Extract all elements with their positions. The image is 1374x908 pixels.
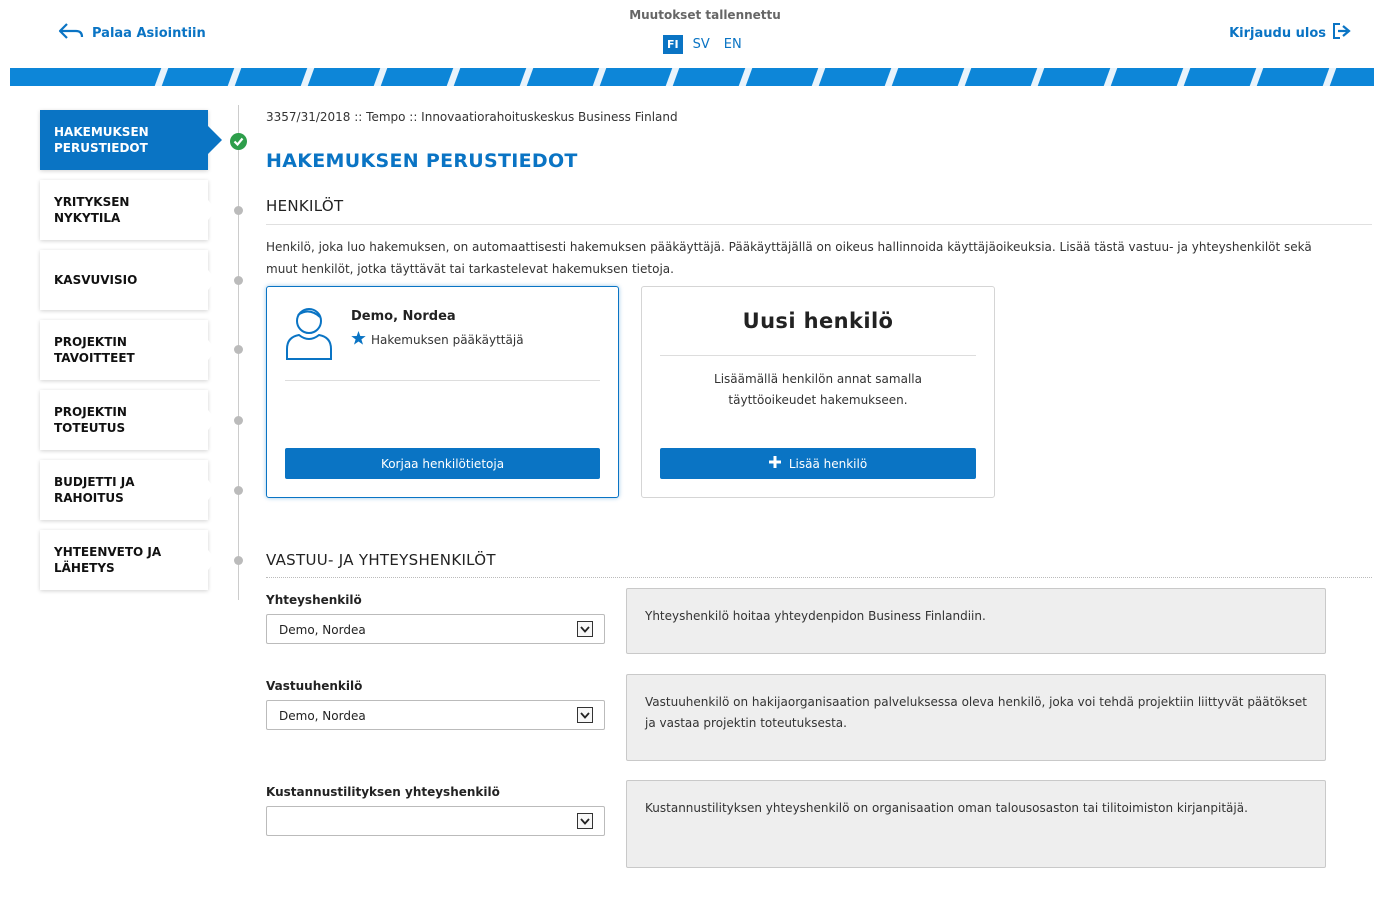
nav-item-tavoitteet[interactable]: PROJEKTIN TAVOITTEET bbox=[40, 320, 216, 380]
add-person-button[interactable]: Lisää henkilö bbox=[660, 448, 976, 479]
step-dot bbox=[234, 276, 243, 285]
edit-person-button[interactable]: Korjaa henkilötietoja bbox=[285, 448, 600, 479]
card-divider bbox=[285, 380, 600, 381]
lang-en[interactable]: EN bbox=[720, 35, 746, 54]
header-stripe bbox=[10, 68, 1374, 86]
stripe-dash bbox=[1030, 68, 1045, 86]
new-person-description: Lisäämällä henkilön annat samalla täyttö… bbox=[714, 372, 922, 407]
section-navigation: HAKEMUKSEN PERUSTIEDOT YRITYKSEN NYKYTILA … bbox=[40, 110, 222, 600]
person-card: Demo, Nordea Hakemuksen pääkäyttäjä Korj… bbox=[266, 286, 619, 498]
responsible-person-info: Vastuuhenkilö on hakijaorganisaation pal… bbox=[626, 674, 1326, 761]
stripe-dash bbox=[1249, 68, 1264, 86]
stripe-dash bbox=[1322, 68, 1337, 86]
stripe-dash bbox=[227, 68, 242, 86]
contact-person-label: Yhteyshenkilö bbox=[266, 593, 362, 607]
stripe-dash bbox=[957, 68, 972, 86]
cost-contact-label: Kustannustilityksen yhteyshenkilö bbox=[266, 785, 500, 799]
responsible-person-select[interactable]: Demo, Nordea bbox=[266, 700, 605, 730]
person-name: Demo, Nordea bbox=[351, 309, 456, 324]
check-icon bbox=[230, 133, 247, 150]
stripe-dash bbox=[373, 68, 388, 86]
back-arrow-icon bbox=[58, 22, 84, 44]
save-status: Muutokset tallennettu bbox=[629, 8, 781, 22]
plus-icon bbox=[768, 456, 781, 471]
chevron-down-icon bbox=[577, 621, 593, 637]
persons-intro-text: Henkilö, joka luo hakemuksen, on automaa… bbox=[266, 240, 1312, 276]
card-divider bbox=[660, 355, 976, 356]
cost-contact-info: Kustannustilityksen yhteyshenkilö on org… bbox=[626, 780, 1326, 868]
stripe-dash bbox=[300, 68, 315, 86]
section-divider bbox=[266, 224, 1372, 225]
breadcrumb: 3357/31/2018 :: Tempo :: Innovaatiorahoi… bbox=[266, 110, 678, 124]
stripe-dash bbox=[1176, 68, 1191, 86]
step-dot bbox=[234, 416, 243, 425]
nav-item-toteutus[interactable]: PROJEKTIN TOTEUTUS bbox=[40, 390, 216, 450]
stripe-dash bbox=[811, 68, 826, 86]
step-dot bbox=[234, 345, 243, 354]
nav-item-kasvuvisio[interactable]: KASVUVISIO bbox=[40, 250, 216, 310]
stripe-dash bbox=[738, 68, 753, 86]
contact-person-info: Yhteyshenkilö hoitaa yhteydenpidon Busin… bbox=[626, 588, 1326, 654]
logout-label: Kirjaudu ulos bbox=[1229, 25, 1326, 41]
contact-person-select[interactable]: Demo, Nordea bbox=[266, 614, 605, 644]
stripe-dash bbox=[665, 68, 680, 86]
language-switcher: FI SV EN bbox=[663, 35, 746, 54]
lang-fi[interactable]: FI bbox=[663, 35, 683, 54]
stripe-dash bbox=[884, 68, 899, 86]
logout-icon bbox=[1332, 22, 1352, 44]
cost-contact-select[interactable] bbox=[266, 806, 605, 836]
nav-item-perustiedot[interactable]: HAKEMUKSEN PERUSTIEDOT bbox=[40, 110, 222, 170]
top-bar: Palaa Asiointiin Muutokset tallennettu F… bbox=[0, 0, 1374, 68]
logout-link[interactable]: Kirjaudu ulos bbox=[1229, 22, 1352, 44]
nav-item-rahoitus[interactable]: BUDJETTI JA RAHOITUS bbox=[40, 460, 216, 520]
user-avatar-icon bbox=[285, 305, 333, 365]
back-link-label: Palaa Asiointiin bbox=[92, 25, 206, 41]
responsible-person-label: Vastuuhenkilö bbox=[266, 679, 363, 693]
person-role: Hakemuksen pääkäyttäjä bbox=[351, 331, 524, 348]
lang-sv[interactable]: SV bbox=[689, 35, 714, 54]
stripe-dash bbox=[1103, 68, 1118, 86]
chevron-down-icon bbox=[577, 707, 593, 723]
stripe-dash bbox=[519, 68, 534, 86]
nav-item-nykytila[interactable]: YRITYKSEN NYKYTILA bbox=[40, 180, 216, 240]
new-person-card: Uusi henkilö Lisäämällä henkilön annat s… bbox=[641, 286, 995, 498]
step-dot bbox=[234, 486, 243, 495]
star-icon bbox=[351, 331, 366, 348]
section-title-contacts: VASTUU- JA YHTEYSHENKILÖT bbox=[266, 551, 496, 569]
section-title-persons: HENKILÖT bbox=[266, 197, 344, 215]
stripe-dash bbox=[154, 68, 169, 86]
step-dot bbox=[234, 206, 243, 215]
new-person-title: Uusi henkilö bbox=[742, 309, 894, 333]
stripe-dash bbox=[446, 68, 461, 86]
section-divider bbox=[266, 577, 1372, 578]
page-title: HAKEMUKSEN PERUSTIEDOT bbox=[266, 150, 578, 172]
chevron-down-icon bbox=[577, 813, 593, 829]
back-to-service-link[interactable]: Palaa Asiointiin bbox=[58, 22, 206, 44]
step-dot bbox=[234, 556, 243, 565]
nav-item-lahetys[interactable]: YHTEENVETO JA LÄHETYS bbox=[40, 530, 216, 590]
stripe-dash bbox=[592, 68, 607, 86]
